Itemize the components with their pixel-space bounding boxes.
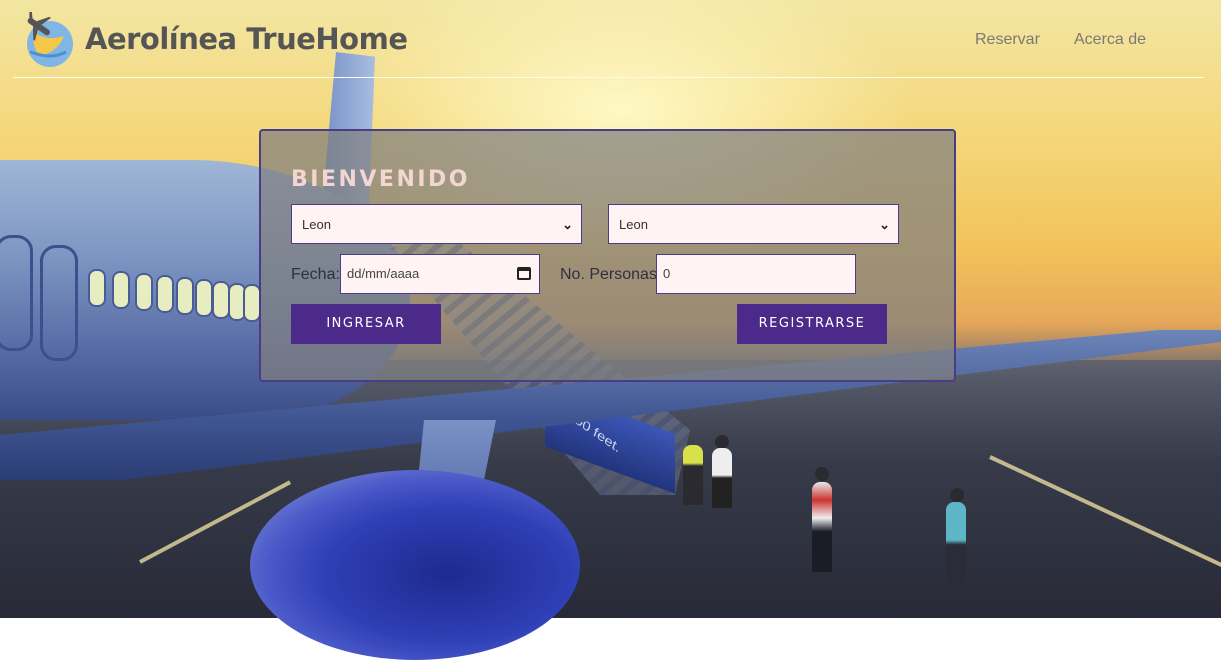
persons-input[interactable]: 0 bbox=[656, 254, 856, 294]
destination-select[interactable]: Leon ⌄ bbox=[608, 204, 899, 244]
worker bbox=[712, 448, 732, 508]
persons-label: No. Personas bbox=[560, 266, 657, 283]
calendar-icon[interactable] bbox=[517, 267, 531, 280]
date-placeholder: dd/mm/aaaa bbox=[347, 266, 420, 281]
airplane-window bbox=[135, 273, 153, 311]
form-title: BIENVENIDO bbox=[291, 167, 471, 192]
chevron-down-icon: ⌄ bbox=[562, 217, 573, 232]
header-divider bbox=[13, 77, 1204, 78]
airplane-window bbox=[176, 277, 194, 315]
origin-select[interactable]: Leon ⌄ bbox=[291, 204, 582, 244]
passenger bbox=[812, 482, 832, 572]
airplane-window bbox=[156, 275, 174, 313]
airplane-door bbox=[0, 235, 33, 351]
airplane-window bbox=[112, 271, 130, 309]
site-header: Aerolínea TrueHome Reservar Acerca de bbox=[0, 0, 1221, 80]
persons-value: 0 bbox=[663, 266, 671, 281]
globe-airplane-icon[interactable] bbox=[20, 12, 76, 68]
airplane-engine bbox=[250, 470, 580, 660]
destination-value: Leon bbox=[619, 217, 648, 232]
person-head bbox=[715, 435, 729, 449]
origin-value: Leon bbox=[302, 217, 331, 232]
airplane-window bbox=[88, 269, 106, 307]
person-head bbox=[950, 488, 964, 502]
nav-link-acerca-de[interactable]: Acerca de bbox=[1074, 31, 1146, 49]
date-label: Fecha: bbox=[291, 266, 340, 283]
person-head bbox=[815, 467, 829, 481]
airplane-window bbox=[195, 279, 213, 317]
chevron-down-icon: ⌄ bbox=[879, 217, 890, 232]
date-input[interactable]: dd/mm/aaaa bbox=[340, 254, 540, 294]
register-button[interactable]: REGISTRARSE bbox=[737, 304, 887, 344]
worker bbox=[683, 445, 703, 505]
login-button[interactable]: INGRESAR bbox=[291, 304, 441, 344]
airplane-door bbox=[40, 245, 78, 361]
passenger bbox=[946, 502, 966, 597]
nav-link-reservar[interactable]: Reservar bbox=[975, 31, 1040, 49]
brand-title[interactable]: Aerolínea TrueHome bbox=[85, 22, 408, 56]
booking-form: BIENVENIDO Leon ⌄ Leon ⌄ Fecha: dd/mm/aa… bbox=[259, 129, 956, 382]
